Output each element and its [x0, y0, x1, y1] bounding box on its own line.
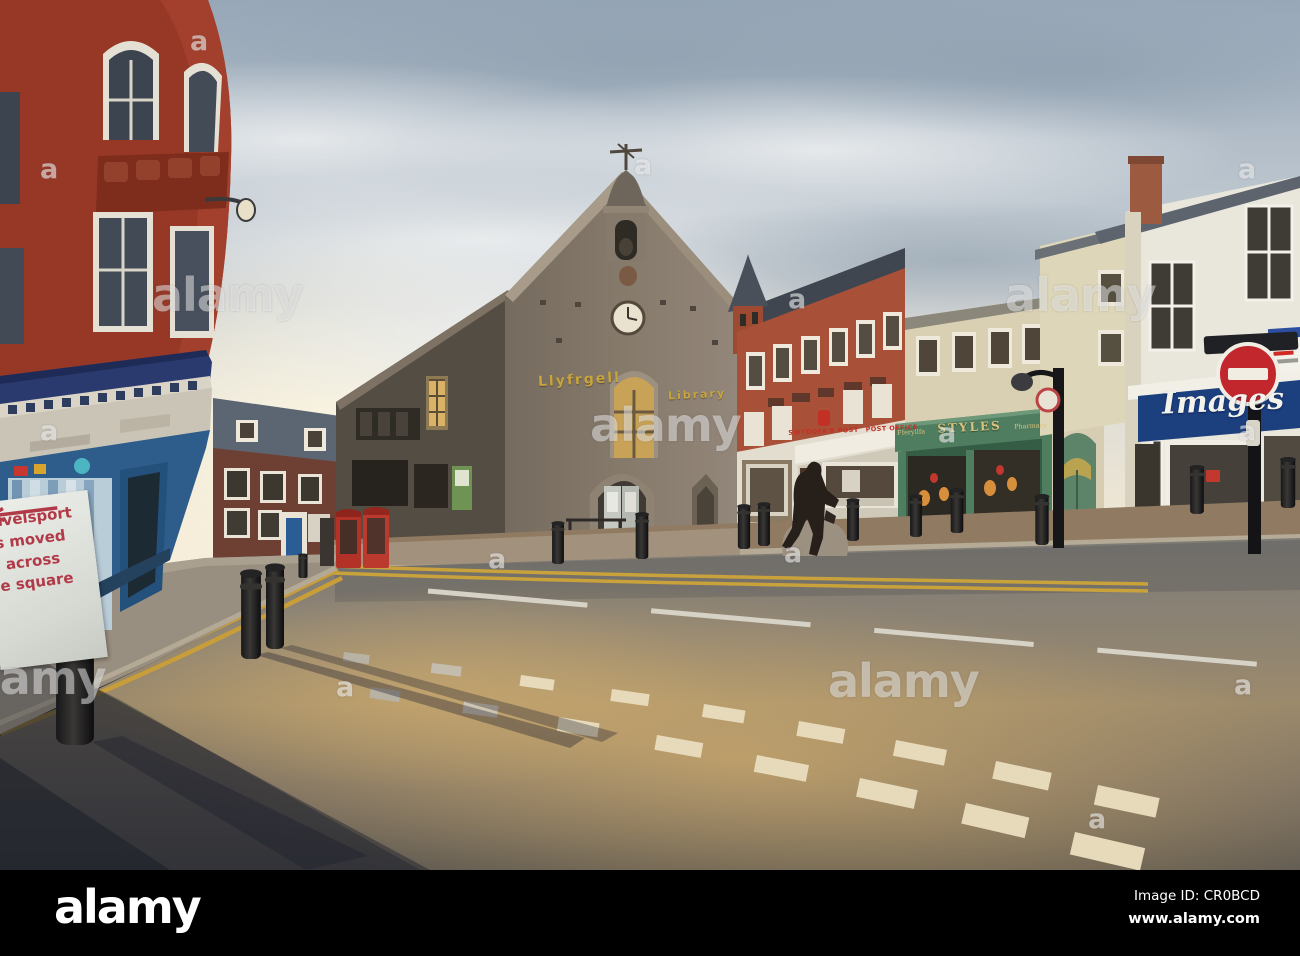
watermark-a: a	[336, 672, 355, 703]
image-id: Image ID: CR0BCD	[1133, 888, 1260, 904]
watermark-alamy: alamy	[828, 654, 980, 708]
watermark-a: a	[1088, 804, 1107, 835]
watermark-alamy: alamy	[0, 651, 107, 705]
watermark-a: a	[1238, 154, 1257, 185]
watermark-a: a	[1234, 670, 1253, 701]
pharmacy-welsh: Fferyllfa	[896, 427, 926, 437]
alamy-logo: alamy	[54, 880, 202, 934]
watermark-alamy: alamy	[152, 268, 304, 322]
watermark-a: a	[40, 154, 59, 185]
watermark-a: a	[938, 418, 957, 449]
images-shop-fascia: Images	[1161, 381, 1285, 422]
watermark-a: a	[634, 150, 653, 181]
photo-area: avelsport s moved across e square Llyfrg…	[0, 0, 1300, 870]
alamy-footer-bar: alamy Image ID: CR0BCD www.alamy.com	[0, 870, 1300, 956]
watermark-a: a	[40, 416, 59, 447]
stock-photo-page: avelsport s moved across e square Llyfrg…	[0, 0, 1300, 956]
watermark-a: a	[488, 544, 507, 575]
watermark-a: a	[784, 538, 803, 569]
pharmacy-english: Pharmacy	[1013, 421, 1048, 431]
watermark-alamy: alamy	[1005, 268, 1157, 322]
alamy-url: www.alamy.com	[1128, 911, 1260, 927]
watermark-a: a	[788, 284, 807, 315]
watermark-a: a	[1238, 416, 1257, 447]
watermark-a: a	[190, 26, 209, 57]
watermark-alamy: alamy	[590, 398, 742, 452]
